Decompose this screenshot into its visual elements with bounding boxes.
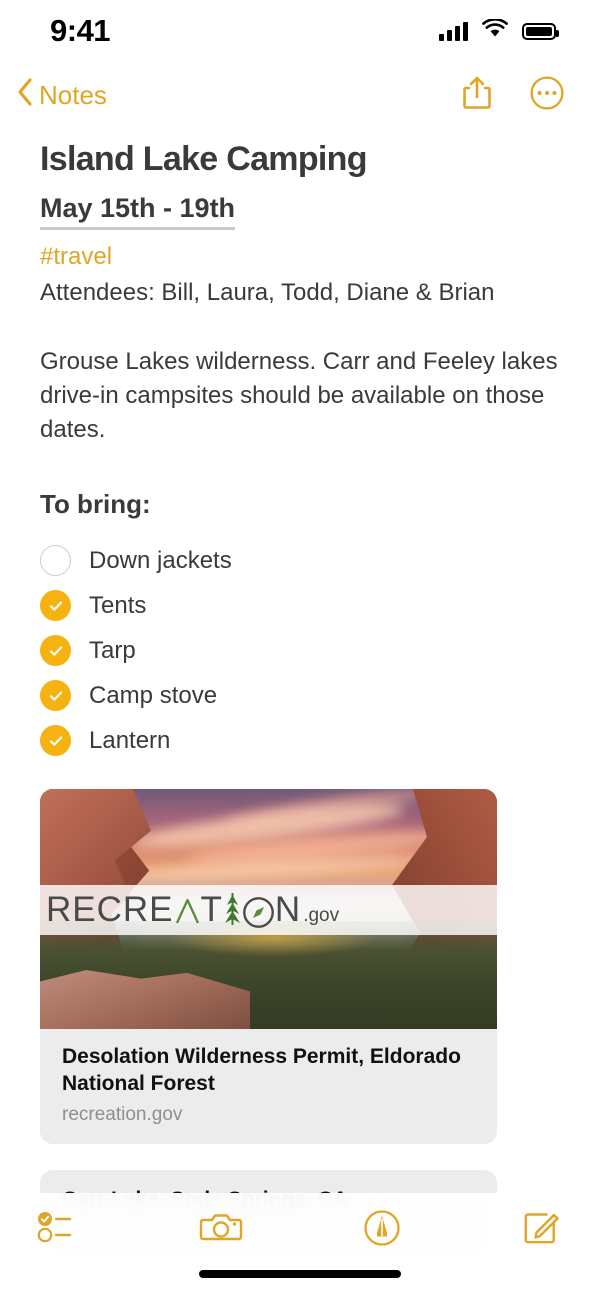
checkbox-checked-icon[interactable] xyxy=(40,680,71,711)
list-item-label: Tents xyxy=(89,591,147,619)
home-indicator xyxy=(199,1270,401,1278)
note-attendees: Attendees: Bill, Laura, Todd, Diane & Br… xyxy=(40,279,495,306)
more-circle-icon[interactable] xyxy=(530,75,564,115)
link-card-title: Desolation Wilderness Permit, Eldorado N… xyxy=(62,1045,461,1095)
back-label: Notes xyxy=(39,79,107,110)
chevron-left-icon xyxy=(16,77,33,114)
list-item[interactable]: Tarp xyxy=(40,628,560,673)
camera-tool-icon[interactable] xyxy=(199,1209,243,1245)
checklist-tool-icon[interactable] xyxy=(36,1209,78,1245)
list-item-label: Lantern xyxy=(89,726,171,754)
note-paragraph: Grouse Lakes wilderness. Carr and Feeley… xyxy=(40,348,558,443)
note-content: Island Lake Camping May 15th - 19th #tra… xyxy=(0,140,600,763)
cellular-signal-icon xyxy=(439,21,468,41)
bottom-toolbar xyxy=(0,1193,600,1298)
checkbox-checked-icon[interactable] xyxy=(40,725,71,756)
compose-tool-icon[interactable] xyxy=(522,1209,560,1247)
status-time: 9:41 xyxy=(50,13,111,48)
nav-bar: Notes xyxy=(0,62,600,128)
list-item[interactable]: Camp stove xyxy=(40,673,560,718)
link-card-domain: recreation.gov xyxy=(62,1104,183,1125)
link-card-caption: Desolation Wilderness Permit, Eldorado N… xyxy=(40,1029,497,1144)
checkbox-checked-icon[interactable] xyxy=(40,590,71,621)
checkbox-checked-icon[interactable] xyxy=(40,635,71,666)
pine-tree-icon xyxy=(223,890,242,930)
checkbox-unchecked-icon[interactable] xyxy=(40,545,71,576)
canyon-sunset-photo: RECRE T N .gov xyxy=(40,789,497,1029)
back-to-notes-button[interactable]: Notes xyxy=(16,77,107,114)
nav-actions xyxy=(462,75,564,116)
status-bar: 9:41 xyxy=(0,0,600,62)
wifi-icon xyxy=(482,18,508,43)
list-item[interactable]: Down jackets xyxy=(40,538,560,583)
note-subtitle: May 15th - 19th xyxy=(40,193,236,230)
recreation-gov-logo: RECRE T N .gov xyxy=(40,885,497,935)
logo-text-part1: RECRE xyxy=(46,890,174,929)
list-item[interactable]: Lantern xyxy=(40,718,560,763)
markup-tool-icon[interactable] xyxy=(363,1209,401,1247)
list-item-label: Down jackets xyxy=(89,546,232,574)
status-icons xyxy=(439,18,559,43)
link-preview-card[interactable]: RECRE T N .gov Desolation Wilderness Per… xyxy=(40,789,497,1144)
list-item[interactable]: Tents xyxy=(40,583,560,628)
note-hashtag[interactable]: #travel xyxy=(40,243,560,271)
logo-gov-suffix: .gov xyxy=(303,905,340,926)
logo-text-part3: N xyxy=(274,890,302,929)
list-item-label: Camp stove xyxy=(89,681,218,709)
list-item-label: Tarp xyxy=(89,636,136,664)
compass-icon xyxy=(242,890,275,930)
mountain-a-icon xyxy=(174,890,201,930)
checklist: Down jackets Tents Tarp Camp stove Lante… xyxy=(40,538,560,763)
logo-text-part2: T xyxy=(200,890,223,929)
note-title: Island Lake Camping xyxy=(40,140,367,178)
checklist-heading: To bring: xyxy=(40,489,151,519)
share-icon[interactable] xyxy=(462,75,492,116)
battery-full-icon xyxy=(522,22,559,40)
